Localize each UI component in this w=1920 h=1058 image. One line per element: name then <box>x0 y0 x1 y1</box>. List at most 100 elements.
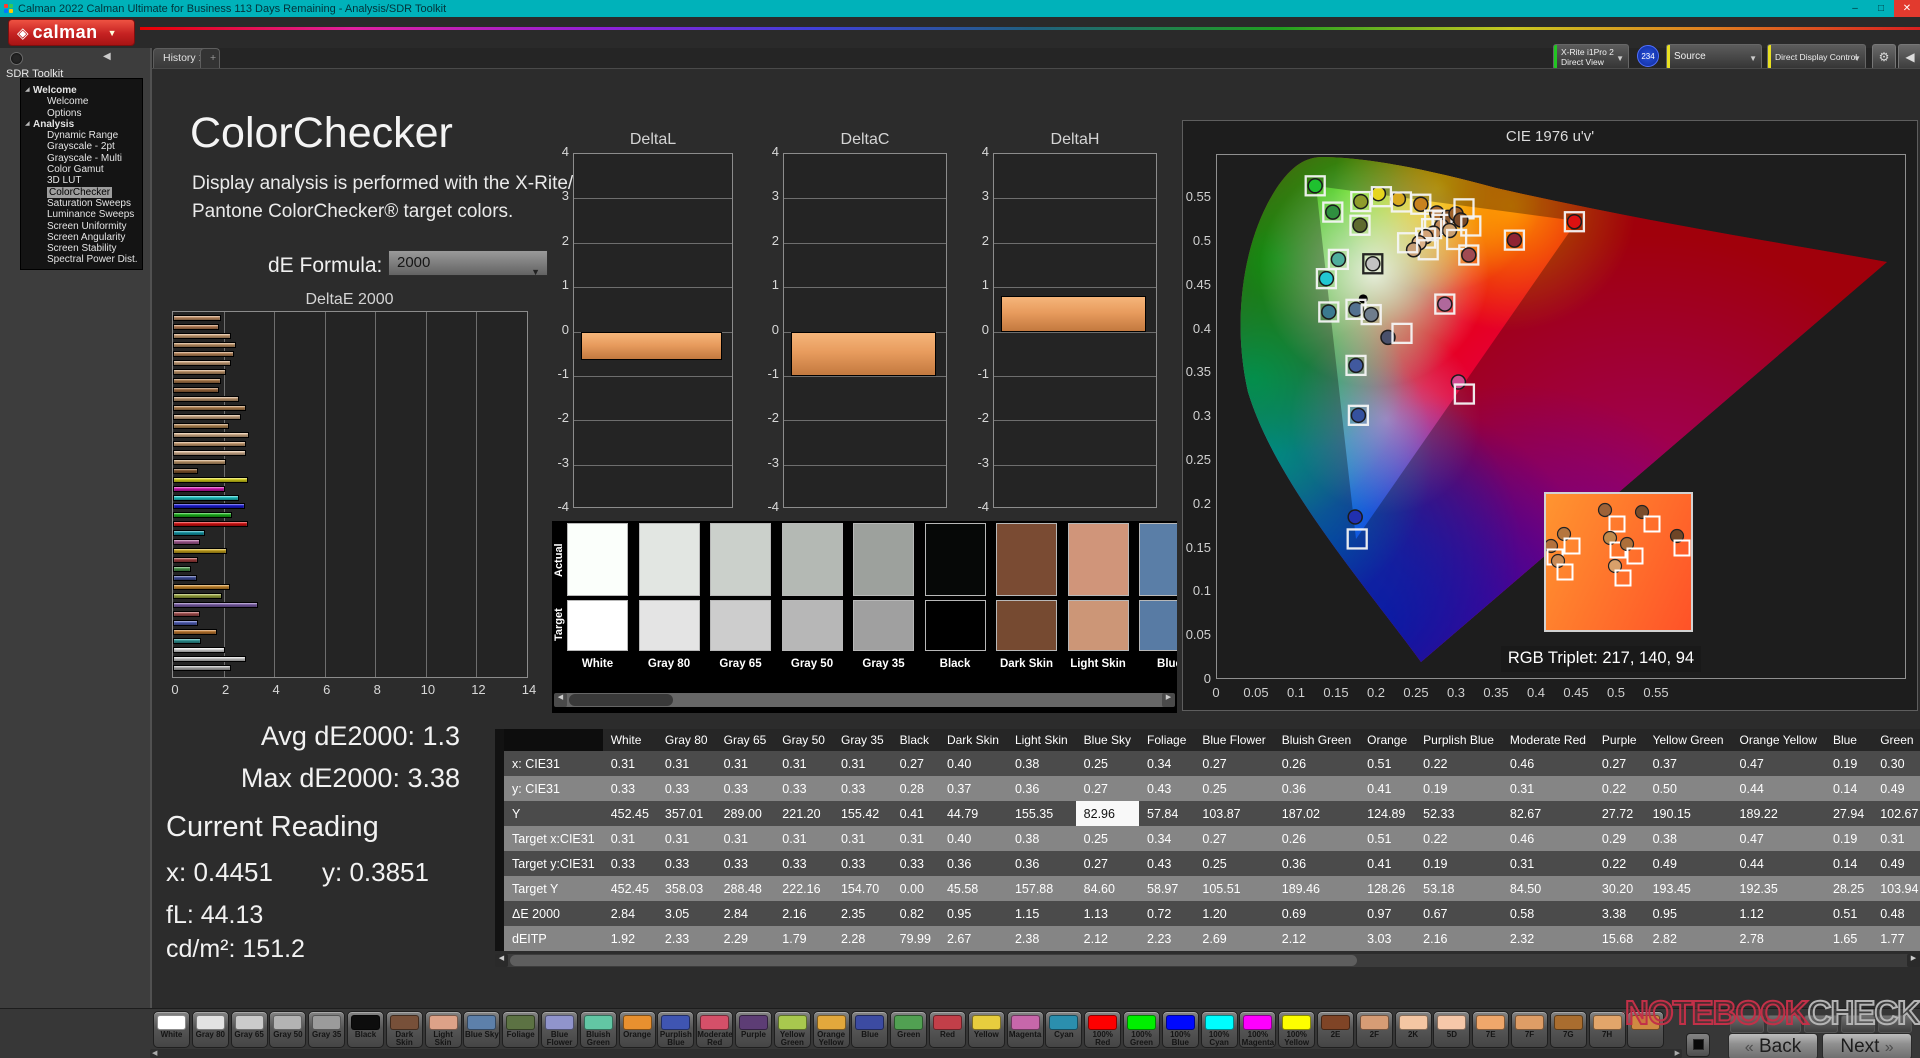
table-cell[interactable]: 0.72 <box>1139 901 1194 926</box>
table-cell[interactable]: 124.89 <box>1359 801 1415 826</box>
table-cell[interactable]: 0.31 <box>603 826 657 851</box>
table-cell[interactable]: 192.35 <box>1732 876 1825 901</box>
table-cell[interactable]: 45.58 <box>939 876 1007 901</box>
table-cell[interactable]: 0.25 <box>1194 851 1273 876</box>
table-cell[interactable]: 0.36 <box>1274 776 1359 801</box>
table-cell[interactable]: 84.50 <box>1502 876 1594 901</box>
table-cell[interactable]: 0.33 <box>603 776 657 801</box>
table-cell[interactable]: 0.28 <box>892 776 939 801</box>
table-cell[interactable]: 0.22 <box>1594 851 1645 876</box>
back-button[interactable]: « Back <box>1728 1033 1818 1058</box>
table-cell[interactable]: 0.31 <box>657 751 716 776</box>
table-cell[interactable]: 3.03 <box>1359 926 1415 951</box>
table-cell[interactable]: 0.27 <box>1076 776 1139 801</box>
table-cell[interactable]: 0.33 <box>774 776 833 801</box>
table-cell[interactable]: 357.01 <box>657 801 716 826</box>
table-cell[interactable]: 0.33 <box>774 851 833 876</box>
palette-scrollbar[interactable]: ◀ ▶ <box>150 1049 1682 1058</box>
sidebar-item-grayscale-2pt[interactable]: Grayscale - 2pt <box>21 141 142 152</box>
sidebar-item-3d-lut[interactable]: 3D LUT <box>21 175 142 186</box>
table-cell[interactable]: 0.41 <box>1359 776 1415 801</box>
palette-patch-blue[interactable]: Blue <box>851 1011 889 1048</box>
table-cell[interactable]: 2.38 <box>1007 926 1076 951</box>
table-cell[interactable]: 0.00 <box>892 876 939 901</box>
table-cell[interactable]: 102.67 <box>1872 801 1920 826</box>
table-cell[interactable]: 0.27 <box>1076 851 1139 876</box>
palette-patch-orange-yellow[interactable]: Orange Yellow <box>812 1011 850 1048</box>
table-cell[interactable]: 0.22 <box>1415 826 1502 851</box>
table-cell[interactable]: 0.31 <box>716 826 775 851</box>
palette-patch-2f[interactable]: 2F <box>1355 1011 1393 1048</box>
sidebar-item-options[interactable]: Options <box>21 108 142 119</box>
table-cell[interactable]: 128.26 <box>1359 876 1415 901</box>
palette-patch-dark-skin[interactable]: Dark Skin <box>385 1011 423 1048</box>
table-cell[interactable]: 2.82 <box>1645 926 1732 951</box>
scroll-left-icon[interactable]: ◀ <box>495 954 508 967</box>
de-formula-select[interactable]: 2000 ▼ <box>388 250 548 277</box>
table-cell[interactable]: 0.46 <box>1502 751 1594 776</box>
table-cell[interactable]: 0.47 <box>1732 826 1825 851</box>
table-cell[interactable]: 0.58 <box>1502 901 1594 926</box>
table-scrollbar[interactable]: ◀ ▶ <box>495 954 1920 967</box>
table-cell[interactable]: 2.12 <box>1274 926 1359 951</box>
table-cell[interactable]: 0.33 <box>833 851 892 876</box>
minimize-button[interactable]: – <box>1842 0 1868 17</box>
table-cell[interactable]: 0.34 <box>1139 826 1194 851</box>
table-cell[interactable]: 155.35 <box>1007 801 1076 826</box>
palette-patch-38[interactable] <box>1627 1011 1665 1048</box>
table-cell[interactable]: 0.31 <box>892 826 939 851</box>
palette-patch-100-yellow[interactable]: 100% Yellow <box>1278 1011 1316 1048</box>
table-cell[interactable]: 105.51 <box>1194 876 1273 901</box>
transport-button-5[interactable] <box>1878 1015 1912 1033</box>
table-cell[interactable]: 0.14 <box>1825 851 1872 876</box>
table-cell[interactable]: 452.45 <box>603 801 657 826</box>
table-cell[interactable]: 1.92 <box>603 926 657 951</box>
table-cell[interactable]: 155.42 <box>833 801 892 826</box>
table-cell[interactable]: 79.99 <box>892 926 939 951</box>
table-cell[interactable]: 1.12 <box>1732 901 1825 926</box>
scroll-right-icon[interactable]: ▶ <box>1907 954 1920 967</box>
table-cell[interactable]: 0.27 <box>1594 751 1645 776</box>
table-cell[interactable]: 0.69 <box>1274 901 1359 926</box>
table-cell[interactable]: 0.31 <box>1502 776 1594 801</box>
table-cell[interactable]: 2.35 <box>833 901 892 926</box>
palette-patch-gray-50[interactable]: Gray 50 <box>269 1011 307 1048</box>
sidebar-item-screen-angularity[interactable]: Screen Angularity <box>21 232 142 243</box>
table-cell[interactable]: 0.31 <box>716 751 775 776</box>
table-cell[interactable]: 0.44 <box>1732 776 1825 801</box>
scroll-right-icon[interactable]: ▶ <box>1675 1049 1680 1058</box>
table-cell[interactable]: 0.41 <box>1359 851 1415 876</box>
table-cell[interactable]: 0.33 <box>603 851 657 876</box>
palette-patch-yellow[interactable]: Yellow <box>967 1011 1005 1048</box>
transport-button-3[interactable] <box>1804 1015 1838 1033</box>
scroll-right-icon[interactable]: ▶ <box>1162 693 1175 707</box>
table-cell[interactable]: 0.31 <box>774 751 833 776</box>
table-cell[interactable]: 0.31 <box>657 826 716 851</box>
table-cell[interactable]: 0.51 <box>1825 901 1872 926</box>
table-cell[interactable]: 2.84 <box>716 901 775 926</box>
table-cell[interactable]: 0.26 <box>1274 826 1359 851</box>
table-cell[interactable]: 0.46 <box>1502 826 1594 851</box>
table-cell[interactable]: 3.05 <box>657 901 716 926</box>
table-cell[interactable]: 358.03 <box>657 876 716 901</box>
table-cell[interactable]: 27.94 <box>1825 801 1872 826</box>
table-cell[interactable]: 0.67 <box>1415 901 1502 926</box>
table-cell[interactable]: 15.68 <box>1594 926 1645 951</box>
palette-patch-red[interactable]: Red <box>929 1011 966 1048</box>
table-cell[interactable]: 57.84 <box>1139 801 1194 826</box>
table-cell[interactable]: 0.25 <box>1076 751 1139 776</box>
table-cell[interactable]: 0.22 <box>1415 751 1502 776</box>
table-cell[interactable]: 0.51 <box>1359 751 1415 776</box>
table-cell[interactable]: 0.49 <box>1872 851 1920 876</box>
palette-patch-2e[interactable]: 2E <box>1317 1011 1354 1048</box>
table-cell[interactable]: 2.23 <box>1139 926 1194 951</box>
table-cell[interactable]: 0.31 <box>1502 851 1594 876</box>
palette-patch-2k[interactable]: 2K <box>1394 1011 1432 1048</box>
table-cell[interactable]: 103.94 <box>1872 876 1920 901</box>
table-cell[interactable]: 0.95 <box>1645 901 1732 926</box>
expander-icon[interactable]: ◢ <box>25 119 30 130</box>
sidebar-radio-button[interactable] <box>10 52 23 65</box>
palette-patch-7g[interactable]: 7G <box>1549 1011 1587 1048</box>
palette-patch-100-cyan[interactable]: 100% Cyan <box>1200 1011 1238 1048</box>
table-cell[interactable]: 0.26 <box>1274 751 1359 776</box>
